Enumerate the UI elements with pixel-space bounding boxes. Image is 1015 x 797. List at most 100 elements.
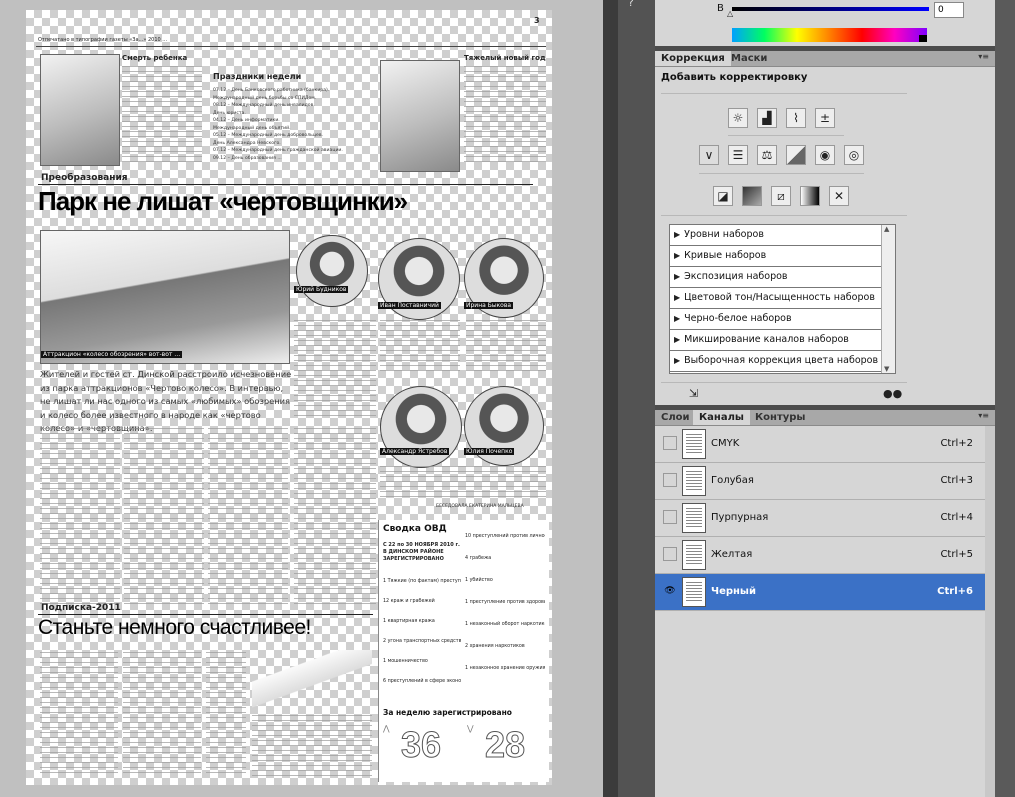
preset-item[interactable]: ▶ Уровни наборов bbox=[670, 225, 882, 246]
page-number: 3 bbox=[534, 16, 540, 25]
preset-item[interactable]: ▶ Черно-белое наборов bbox=[670, 309, 882, 330]
preset-item[interactable]: ▶ Цветовой тон/Насыщенность наборов bbox=[670, 288, 882, 309]
expand-triangle-icon[interactable]: ▶ bbox=[674, 246, 680, 266]
posterize-icon[interactable] bbox=[742, 186, 762, 206]
color-balance-icon[interactable]: ⚖ bbox=[757, 145, 777, 165]
portrait-caption: Юрий Будников bbox=[294, 286, 349, 293]
presets-list[interactable]: ▶ Уровни наборов ▶ Кривые наборов ▶ Экспози… bbox=[669, 224, 896, 374]
preset-item[interactable]: ▶ Микширование каналов наборов bbox=[670, 330, 882, 351]
panel-icon[interactable]: ? bbox=[628, 0, 644, 9]
ovd-item: 1 незаконный оборот наркотиков bbox=[465, 622, 545, 627]
holiday-line: 05.12 – Международный день добровольцев. bbox=[213, 133, 323, 138]
section-rule-1 bbox=[38, 184, 533, 185]
channel-mixer-icon[interactable]: ◎ bbox=[844, 145, 864, 165]
blue-slider-track[interactable] bbox=[732, 7, 929, 11]
holiday-line: 04.12 – День информатики. bbox=[213, 118, 280, 123]
portrait-caption: Александр Ястребов bbox=[380, 448, 450, 455]
threshold-icon[interactable]: ⧄ bbox=[771, 186, 791, 206]
brightness-contrast-icon[interactable]: ☼ bbox=[728, 108, 748, 128]
holiday-line: 09.12 – День образования ... bbox=[213, 155, 282, 161]
visibility-toggle[interactable] bbox=[663, 547, 677, 561]
preset-item[interactable]: ▶ Выборочная коррекция цвета наборов bbox=[670, 351, 882, 372]
channel-name: Голубая bbox=[711, 475, 754, 486]
right-dock-edge bbox=[995, 0, 1015, 797]
expand-triangle-icon[interactable]: ▶ bbox=[674, 288, 680, 308]
channel-row-magenta[interactable]: Пурпурная Ctrl+4 bbox=[655, 500, 985, 537]
invert-icon[interactable]: ◪ bbox=[713, 186, 733, 206]
eye-icon[interactable]: 👁 bbox=[663, 584, 677, 598]
expand-triangle-icon[interactable]: ▶ bbox=[674, 225, 680, 245]
divider bbox=[661, 382, 907, 383]
preset-item[interactable]: ▶ Экспозиция наборов bbox=[670, 267, 882, 288]
preset-label: Экспозиция наборов bbox=[684, 271, 788, 282]
visibility-toggle[interactable] bbox=[663, 436, 677, 450]
photo-filter-icon[interactable]: ◉ bbox=[815, 145, 835, 165]
document-page[interactable]: 3 Отпечатано в типографии газеты «За...»… bbox=[26, 10, 552, 785]
channels-panel: Слои Каналы Контуры ▾≡ CMYK Ctrl+2 Голуб… bbox=[655, 410, 995, 797]
tab-channels[interactable]: Каналы bbox=[693, 410, 750, 425]
interview-text bbox=[294, 320, 376, 420]
ovd-item: 4 грабежа bbox=[465, 556, 492, 561]
channel-row-yellow[interactable]: Желтая Ctrl+5 bbox=[655, 537, 985, 574]
visibility-toggle[interactable] bbox=[663, 510, 677, 524]
channel-thumbnail bbox=[682, 503, 706, 533]
gradient-map-icon[interactable] bbox=[800, 186, 820, 206]
interview-text bbox=[466, 320, 546, 375]
channel-name: Пурпурная bbox=[711, 512, 769, 523]
article-column bbox=[124, 428, 204, 606]
ovd-right-list: 10 преступлений против личности 4 грабеж… bbox=[465, 526, 545, 680]
channel-row-cyan[interactable]: Голубая Ctrl+3 bbox=[655, 463, 985, 500]
tab-masks[interactable]: Маски bbox=[725, 51, 773, 66]
ovd-subtitle: С 22 по 30 НОЯБРЯ 2010 г. В ДИНСКОМ РАЙО… bbox=[383, 542, 460, 562]
clip-to-layer-icon[interactable]: ⇲ bbox=[689, 387, 698, 400]
expand-triangle-icon[interactable]: ▶ bbox=[674, 330, 680, 350]
ovd-item: 6 преступлений в сфере экономики bbox=[383, 679, 461, 684]
slider-thumb-icon[interactable]: △ bbox=[727, 9, 733, 18]
holiday-line: День юриста. bbox=[213, 110, 246, 116]
channel-row-black[interactable]: 👁 Черный Ctrl+6 bbox=[655, 574, 985, 611]
color-spectrum-bar[interactable] bbox=[732, 28, 927, 42]
ovd-item: 2 угона транспортных средств bbox=[383, 639, 461, 644]
portrait-caption: Юлия Почепко bbox=[464, 448, 515, 455]
presets-scrollbar[interactable]: ▲ ▼ bbox=[881, 225, 895, 373]
expand-triangle-icon[interactable]: ▶ bbox=[674, 267, 680, 287]
visibility-toggle[interactable] bbox=[663, 473, 677, 487]
panel-dock-collapsed[interactable]: ? bbox=[618, 0, 655, 797]
vibrance-icon[interactable]: ∨ bbox=[699, 145, 719, 165]
tab-adjustments[interactable]: Коррекция bbox=[655, 51, 731, 66]
portrait-circle bbox=[380, 386, 462, 468]
holiday-line: 07.12 – Международный день гражданской а… bbox=[213, 148, 343, 153]
curves-icon[interactable]: ⌇ bbox=[786, 108, 806, 128]
panel-menu-icon[interactable]: ▾≡ bbox=[978, 411, 989, 420]
hue-saturation-icon[interactable]: ☰ bbox=[728, 145, 748, 165]
toggle-presets-icon[interactable]: ●● bbox=[883, 387, 902, 400]
panel-menu-icon[interactable]: ▾≡ bbox=[978, 52, 989, 61]
blue-value-input[interactable] bbox=[934, 2, 964, 18]
canvas-scrollbar-gutter[interactable] bbox=[603, 0, 618, 797]
scroll-up-icon[interactable]: ▲ bbox=[884, 225, 889, 233]
channel-row-cmyk[interactable]: CMYK Ctrl+2 bbox=[655, 426, 985, 463]
tab-paths[interactable]: Контуры bbox=[749, 410, 811, 425]
header-stripe bbox=[456, 32, 546, 36]
color-panel: В △ bbox=[655, 0, 995, 46]
selective-color-icon[interactable]: ✕ bbox=[829, 186, 849, 206]
exposure-icon[interactable]: ± bbox=[815, 108, 835, 128]
channel-thumbnail bbox=[682, 577, 706, 607]
ovd-item: 10 преступлений против личности bbox=[465, 534, 545, 539]
article-column bbox=[40, 652, 118, 777]
document-canvas-area[interactable]: 3 Отпечатано в типографии газеты «За...»… bbox=[0, 0, 603, 797]
expand-triangle-icon[interactable]: ▶ bbox=[674, 309, 680, 329]
ferris-wheel-photo bbox=[40, 230, 290, 364]
levels-icon[interactable]: ▟ bbox=[757, 108, 777, 128]
expand-triangle-icon[interactable]: ▶ bbox=[674, 351, 680, 371]
black-swatch[interactable] bbox=[919, 35, 927, 42]
channels-scrollbar[interactable] bbox=[985, 426, 995, 797]
black-white-icon[interactable] bbox=[786, 145, 806, 165]
announcement-right-text bbox=[464, 66, 546, 164]
preset-item[interactable]: ▶ Кривые наборов bbox=[670, 246, 882, 267]
scroll-down-icon[interactable]: ▼ bbox=[884, 365, 889, 373]
channel-shortcut: Ctrl+5 bbox=[940, 549, 973, 560]
holiday-line: 07.12 – День Банковского работника (банк… bbox=[213, 88, 330, 93]
tab-layers[interactable]: Слои bbox=[655, 410, 696, 425]
panel-dock: В △ Коррекция Маски ▾≡ Добавить корректи… bbox=[655, 0, 995, 797]
